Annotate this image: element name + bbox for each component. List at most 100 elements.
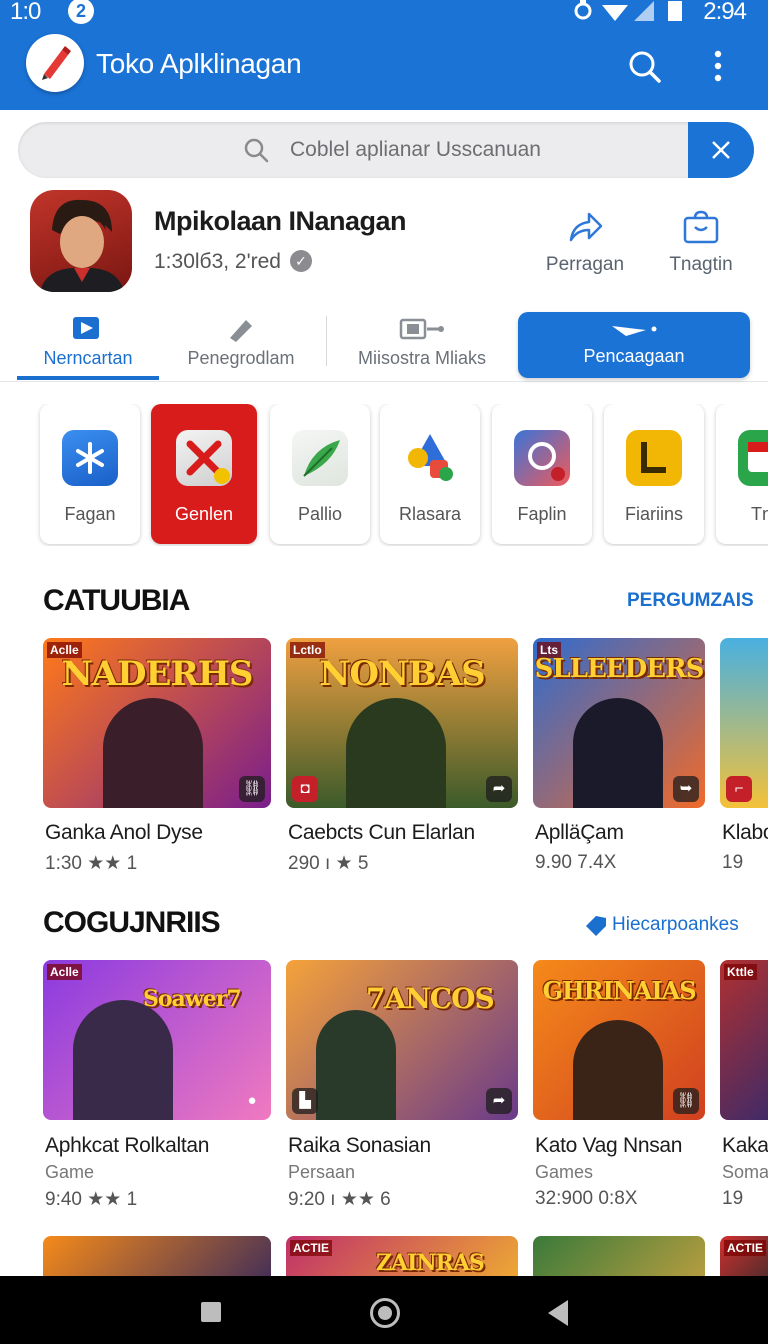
wishlist-button[interactable]: Tnagtin bbox=[646, 210, 756, 276]
plane-icon bbox=[612, 326, 657, 336]
game-thumbnail: Aclle Soawer7 ● bbox=[43, 960, 271, 1120]
tab-promo-button[interactable]: Pencaagaan bbox=[518, 312, 750, 378]
game-rating: 19 bbox=[722, 1188, 744, 1209]
game-name: Ganka Anol Dyse bbox=[45, 821, 203, 844]
game-name: Raika Sonasian bbox=[288, 1134, 431, 1157]
category-tile[interactable]: Fiariins bbox=[604, 404, 704, 544]
section-see-all-link[interactable]: Hiecarpoankes bbox=[612, 914, 739, 936]
app-store-screen: 1:0 2 2:94 Toko Aplklinagan Coblel aplia… bbox=[0, 0, 768, 1344]
share-label: Perragan bbox=[545, 254, 625, 275]
badge-icon: ◘ bbox=[292, 776, 318, 802]
thumbnail-title: SLLEEDERS bbox=[534, 654, 705, 684]
game-rating: 9:40 ★★ 1 bbox=[45, 1189, 138, 1210]
tab-draw[interactable]: Penegrodlam bbox=[165, 306, 317, 382]
app-meta: 1:30lб3, 2'red bbox=[154, 250, 281, 273]
game-thumbnail: Lctlo NONBAS ◘ ➦ bbox=[286, 638, 518, 808]
thumbnail-title: GHRINAIAS bbox=[542, 976, 696, 1005]
share-button[interactable]: Perragan bbox=[530, 210, 640, 276]
verified-icon: ✓ bbox=[290, 250, 312, 272]
tab-video-label: Nerncartan bbox=[43, 348, 133, 368]
search-field-icon bbox=[244, 138, 269, 163]
section-title: COGUJNRIIS bbox=[43, 906, 221, 939]
thumbnail-tag: ACTIE bbox=[724, 1240, 766, 1256]
feather-icon bbox=[292, 430, 348, 486]
x-icon bbox=[176, 430, 232, 486]
share-icon: ➥ bbox=[673, 776, 699, 802]
status-time: 1:0 bbox=[10, 0, 41, 25]
link-icon bbox=[514, 430, 570, 486]
thumbnail-tag: ACTIE bbox=[290, 1240, 332, 1256]
section-see-all-link[interactable]: PERGUMZAIS bbox=[627, 590, 754, 612]
thumbnail-title: ZAINRAS bbox=[376, 1250, 485, 1276]
category-tile[interactable]: Fagan bbox=[40, 404, 140, 544]
share-icon: ➦ bbox=[486, 776, 512, 802]
close-icon bbox=[712, 141, 730, 159]
game-name: Kato Vag Nnsan bbox=[535, 1134, 683, 1157]
status-bar: 1:0 2 2:94 bbox=[0, 0, 768, 26]
bag-icon bbox=[683, 210, 719, 244]
category-label: Fagan bbox=[64, 504, 116, 524]
status-clock: 2:94 bbox=[703, 0, 747, 25]
tab-draw-label: Penegrodlam bbox=[187, 348, 295, 368]
game-thumbnail: Lts SLLEEDERS ➥ bbox=[533, 638, 705, 808]
tab-media[interactable]: Miisostra Mliaks bbox=[336, 306, 508, 382]
notification-badge: 2 bbox=[68, 0, 94, 24]
thumbnail-tag: Kttle bbox=[724, 964, 757, 980]
app-name: Mpikolaan INanagan bbox=[154, 206, 407, 236]
category-tile[interactable]: Faplin bbox=[492, 404, 592, 544]
asterisk-icon bbox=[62, 430, 118, 486]
tag-icon bbox=[586, 916, 606, 936]
back-button[interactable] bbox=[548, 1300, 568, 1326]
game-name: Aphkcat Rolkaltan bbox=[45, 1134, 210, 1157]
clear-search-button[interactable] bbox=[688, 122, 754, 178]
category-label: Genlen bbox=[174, 504, 234, 524]
thumbnail-title: NONBAS bbox=[319, 654, 485, 694]
category-row: Fagan Genlen Pallio Rlasara Faplin Fiari… bbox=[0, 404, 768, 546]
game-rating: 1:30 ★★ 1 bbox=[45, 853, 138, 874]
game-name: Caebcts Cun Elarlan bbox=[288, 821, 475, 844]
gallery-icon bbox=[399, 318, 444, 340]
system-icons bbox=[574, 0, 682, 21]
category-label: Pallio bbox=[297, 504, 343, 524]
shapes-icon bbox=[402, 430, 458, 486]
link-icon: ⛓ bbox=[239, 776, 265, 802]
game-rating: 19 bbox=[722, 852, 744, 873]
category-tile[interactable]: Tnç bbox=[716, 404, 768, 544]
tab-media-label: Miisostra Mliaks bbox=[357, 348, 486, 368]
game-thumbnail: Aclle NADERHS ⛓ bbox=[43, 638, 271, 808]
search-input[interactable]: Coblel aplianar Usscanuan bbox=[18, 122, 754, 178]
category-tile[interactable]: Rlasara bbox=[380, 404, 480, 544]
tab-promo-label: Pencaagaan bbox=[583, 346, 685, 366]
badge-icon: ⌐ bbox=[726, 776, 752, 802]
category-tile[interactable]: Pallio bbox=[270, 404, 370, 544]
tab-video[interactable]: Nerncartan bbox=[17, 306, 159, 382]
l-icon bbox=[626, 430, 682, 486]
more-options-icon[interactable] bbox=[706, 48, 730, 84]
game-category: Games bbox=[535, 1162, 594, 1182]
category-label: Tnç bbox=[750, 504, 768, 524]
category-label: Faplin bbox=[517, 504, 567, 524]
search-placeholder: Coblel aplianar Usscanuan bbox=[290, 138, 541, 161]
game-thumbnail: 7ANCOS ▙ ➦ bbox=[286, 960, 518, 1120]
tab-divider bbox=[326, 316, 327, 366]
wishlist-label: Tnagtin bbox=[669, 254, 733, 275]
game-rating: 290 ı ★ 5 bbox=[288, 853, 369, 874]
category-label: Rlasara bbox=[398, 504, 462, 524]
category-tile[interactable]: Genlen bbox=[151, 404, 257, 544]
game-name: Klabo bbox=[722, 821, 768, 844]
game-rating: 9.90 7.4X bbox=[535, 852, 617, 873]
search-icon[interactable] bbox=[626, 48, 662, 84]
game-rating: 9:20 ı ★★ 6 bbox=[288, 1189, 391, 1210]
system-nav-bar bbox=[0, 1276, 768, 1344]
home-button[interactable] bbox=[370, 1298, 400, 1328]
thumbnail-title: Soawer7 bbox=[143, 986, 242, 1012]
game-category: Soma bbox=[722, 1162, 768, 1182]
game-thumbnail: Kttle bbox=[720, 960, 768, 1120]
app-bar: 1:0 2 2:94 Toko Aplklinagan bbox=[0, 0, 768, 110]
pen-icon bbox=[230, 320, 252, 342]
app-icon bbox=[738, 430, 768, 486]
game-category: Persaan bbox=[288, 1162, 356, 1182]
badge-icon: ▙ bbox=[292, 1088, 318, 1114]
game-thumbnail: GHRINAIAS ⛓ bbox=[533, 960, 705, 1120]
recents-button[interactable] bbox=[201, 1302, 221, 1322]
